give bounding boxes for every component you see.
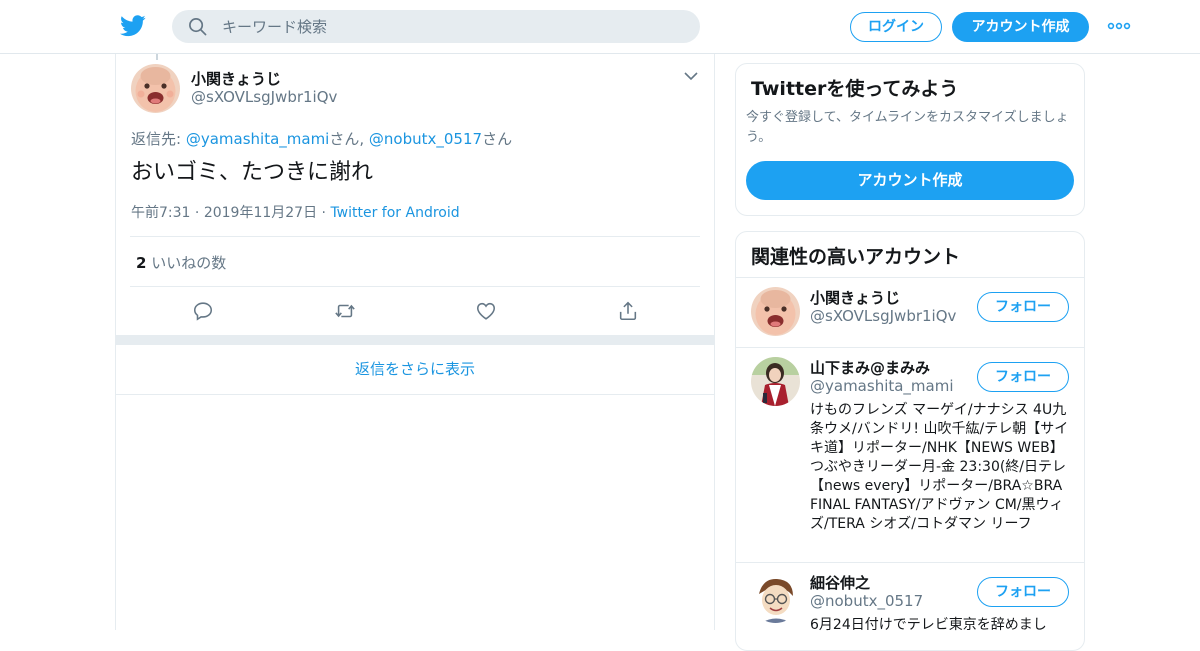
tweet-time[interactable]: 午前7:31 [131,205,190,221]
avatar[interactable] [131,64,180,113]
account-handle[interactable]: @nobutx_0517 [810,592,923,610]
signup-card: Twitterを使ってみよう 今すぐ登録して、タイムラインをカスタマイズしましょ… [735,63,1085,216]
follow-button[interactable]: フォロー [977,577,1069,607]
share-icon[interactable] [617,300,639,322]
related-accounts-title: 関連性の高いアカウント [751,246,961,268]
related-accounts-card: 関連性の高いアカウント 小関きょうじ @sXOVLsgJwbr1iQv フォロー… [735,231,1085,651]
cartoon-avatar-icon [751,574,800,623]
reply-icon[interactable] [192,300,214,322]
chevron-down-icon[interactable] [683,70,699,82]
account-handle[interactable]: @yamashita_mami [810,377,954,395]
baby-avatar-icon [751,287,800,336]
signup-button[interactable]: アカウント作成 [952,12,1089,42]
search-input[interactable] [222,10,682,43]
search-icon [189,18,207,36]
show-more-replies-link[interactable]: 返信をさらに表示 [116,345,714,395]
signup-card-title: Twitterを使ってみよう [751,78,959,100]
retweet-icon[interactable] [334,300,356,322]
account-name[interactable]: 小関きょうじ [810,287,900,308]
divider [130,286,700,287]
likes-count: 2 [136,254,147,272]
section-separator [116,335,714,345]
meta-dot: · [317,205,331,221]
account-bio: 6月24日付けでテレビ東京を辞めまし [810,617,1047,633]
reply-to-line: 返信先: @yamashita_mamiさん, @nobutx_0517さん [131,128,512,149]
like-heart-icon[interactable] [475,300,497,322]
meta-dot: · [190,205,204,221]
top-bar: ログイン アカウント作成 [0,0,1200,54]
divider [130,236,700,237]
person-avatar-icon [751,357,800,406]
tweet-meta: 午前7:31 · 2019年11月27日 · Twitter for Andro… [131,202,460,222]
likes-label: いいねの数 [151,254,227,272]
reply-separator: さん, [329,130,369,148]
avatar[interactable] [751,574,800,623]
signup-card-button[interactable]: アカウント作成 [746,161,1074,200]
likes-stat[interactable]: 2 いいねの数 [136,252,226,273]
divider [736,277,1084,278]
twitter-bird-icon[interactable] [120,14,146,38]
account-name[interactable]: 細谷伸之 [810,572,870,593]
divider [736,347,1084,348]
avatar[interactable] [751,357,800,406]
baby-avatar-icon [131,64,180,113]
account-bio: けものフレンズ マーゲイ/ナナシス 4U九条ウメ/バンドリ! 山吹千紘/テレ朝【… [810,402,1069,532]
search-box[interactable] [172,10,700,43]
author-name[interactable]: 小関きょうじ [191,68,281,89]
account-handle[interactable]: @sXOVLsgJwbr1iQv [810,307,956,325]
author-handle[interactable]: @sXOVLsgJwbr1iQv [191,88,337,106]
tweet-date[interactable]: 2019年11月27日 [204,205,317,221]
follow-button[interactable]: フォロー [977,362,1069,392]
reply-suffix: さん [482,130,513,148]
login-button[interactable]: ログイン [850,12,942,42]
tweet-text: おいゴミ、たつきに謝れ [131,160,374,185]
thread-line [156,54,158,60]
reply-user-link[interactable]: @yamashita_mami [186,130,330,148]
divider [736,562,1084,563]
reply-user-link[interactable]: @nobutx_0517 [369,130,482,148]
tweet-source[interactable]: Twitter for Android [330,205,459,221]
tweet-column: 小関きょうじ @sXOVLsgJwbr1iQv 返信先: @yamashita_… [115,54,715,630]
reply-prefix: 返信先: [131,130,186,148]
follow-button[interactable]: フォロー [977,292,1069,322]
signup-card-description: 今すぐ登録して、タイムラインをカスタマイズしましょう。 [746,110,1069,145]
more-options-icon[interactable] [1107,20,1131,32]
avatar[interactable] [751,287,800,336]
account-name[interactable]: 山下まみ@まみみ [810,357,930,378]
